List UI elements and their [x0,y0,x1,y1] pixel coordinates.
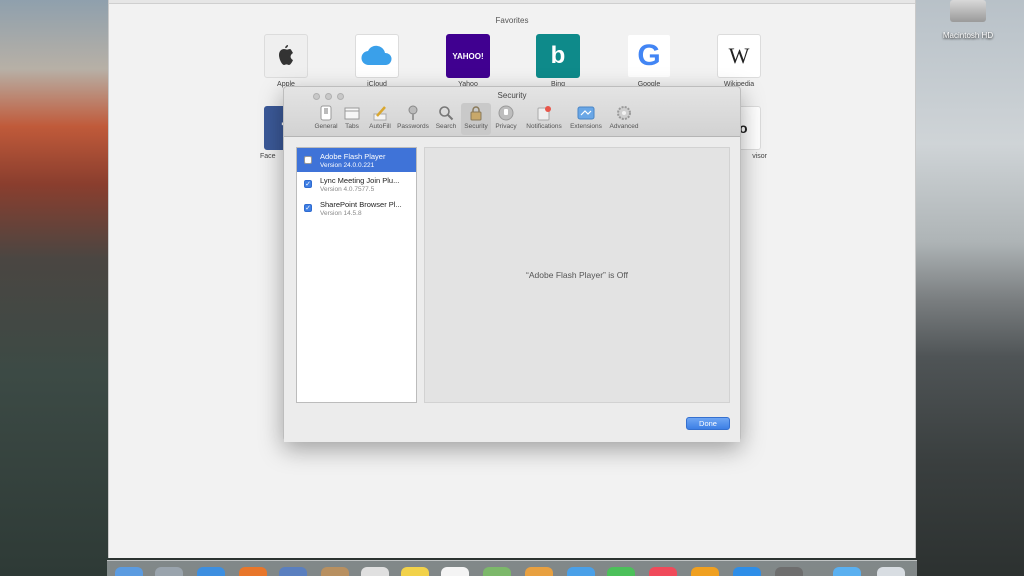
plugin-row-sharepoint[interactable]: ✓ SharePoint Browser Pl... Version 14.5.… [297,196,416,220]
tab-passwords[interactable]: Passwords [396,103,430,135]
facetime-dock-icon[interactable] [607,567,635,576]
system-preferences-dock-icon[interactable] [775,567,803,576]
extensions-puzzle-icon [577,104,595,122]
ibooks-dock-icon[interactable] [691,567,719,576]
tabs-icon [343,104,361,122]
finder-dock-icon[interactable] [115,567,143,576]
preferences-title: Security [497,91,527,100]
done-button[interactable]: Done [686,417,730,430]
plugin-version: Version 24.0.0.221 [320,162,375,169]
tab-privacy[interactable]: Privacy [493,103,519,135]
tab-notifications[interactable]: Notifications [522,103,566,135]
calendar-dock-icon[interactable] [361,567,389,576]
plugin-row-lync[interactable]: ✓ Lync Meeting Join Plu... Version 4.0.7… [297,172,416,196]
magnifier-icon [437,104,455,122]
notifications-icon [535,104,553,122]
plugin-row-adobe-flash[interactable]: Adobe Flash Player Version 24.0.0.221 [297,148,416,172]
safari-dock-icon[interactable] [197,567,225,576]
app-store-dock-icon[interactable] [733,567,761,576]
desktop-wallpaper-right [914,0,1024,576]
general-switch-icon [317,104,335,122]
safari-toolbar [109,0,915,4]
plugin-name: SharePoint Browser Pl... [320,200,402,209]
wikipedia-logo-icon: W [717,34,761,78]
favorite-yahoo[interactable]: YAHOO! Yahoo [438,34,498,88]
lock-icon [467,104,485,122]
tab-advanced[interactable]: Advanced [606,103,642,135]
itunes-dock-icon[interactable] [649,567,677,576]
tab-tabs[interactable]: Tabs [342,103,362,135]
photos-dock-icon[interactable] [525,567,553,576]
favorite-apple[interactable]: Apple [256,34,316,88]
favorite-icloud[interactable]: iCloud [347,34,407,88]
hard-drive-label: Macintosh HD [942,31,994,40]
reminders-dock-icon[interactable] [441,567,469,576]
firefox-dock-icon[interactable] [239,567,267,576]
launchpad-dock-icon[interactable] [155,567,183,576]
plugin-list: Adobe Flash Player Version 24.0.0.221 ✓ … [296,147,417,403]
google-logo-icon: G [627,34,671,78]
plugin-name: Lync Meeting Join Plu... [320,176,400,185]
preferences-toolbar: Security General Tabs AutoFill Passwords… [284,87,740,137]
cloud-icon [355,34,399,78]
privacy-hand-icon [497,104,515,122]
notes-dock-icon[interactable] [401,567,429,576]
plugin-settings-sheet: Adobe Flash Player Version 24.0.0.221 ✓ … [284,137,740,442]
favorites-title: Favorites [495,16,529,25]
favorite-google[interactable]: G Google [619,34,679,88]
tab-security[interactable]: Security [461,103,491,135]
bing-logo-icon: b [536,34,580,78]
tab-search[interactable]: Search [433,103,459,135]
tab-autofill[interactable]: AutoFill [366,103,394,135]
mail-dock-icon[interactable] [279,567,307,576]
hard-drive-icon[interactable] [950,0,986,22]
plugin-name: Adobe Flash Player [320,152,386,161]
key-icon [404,104,422,122]
desktop-wallpaper-left [0,0,110,576]
dock [107,560,917,576]
maps-dock-icon[interactable] [483,567,511,576]
yahoo-logo-icon: YAHOO! [446,34,490,78]
tab-extensions[interactable]: Extensions [568,103,604,135]
tab-general[interactable]: General [313,103,339,135]
plugin-status-text: “Adobe Flash Player” is Off [526,270,628,280]
favorite-wikipedia[interactable]: W Wikipedia [709,34,769,88]
preferences-window: Security General Tabs AutoFill Passwords… [283,86,741,442]
trash-dock-icon[interactable] [877,567,905,576]
plugin-version: Version 14.5.8 [320,210,362,217]
plugin-version: Version 4.0.7577.5 [320,186,375,193]
contacts-dock-icon[interactable] [321,567,349,576]
gear-icon [615,104,633,122]
apple-logo-icon [264,34,308,78]
favorite-bing[interactable]: b Bing [528,34,588,88]
plugin-checkbox[interactable] [304,156,312,164]
plugin-checkbox[interactable]: ✓ [304,204,312,212]
messages-dock-icon[interactable] [567,567,595,576]
plugin-detail-panel: “Adobe Flash Player” is Off [424,147,730,403]
plugin-checkbox[interactable]: ✓ [304,180,312,188]
downloads-folder-dock-icon[interactable] [833,567,861,576]
autofill-pencil-icon [371,104,389,122]
